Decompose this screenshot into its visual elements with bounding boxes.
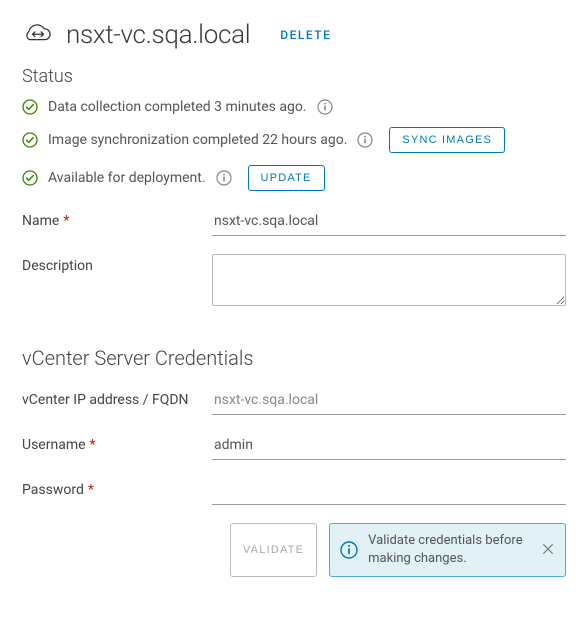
page-header: nsxt-vc.sqa.local DELETE: [22, 20, 566, 50]
status-text: Data collection completed 3 minutes ago.: [48, 99, 307, 115]
required-marker: *: [88, 482, 94, 498]
form-row-description: Description: [22, 254, 566, 310]
cloud-sync-icon: [22, 22, 54, 48]
form-row-password: Password*: [22, 478, 566, 505]
password-label: Password*: [22, 478, 212, 498]
password-input[interactable]: [212, 478, 566, 505]
status-row-image-sync: Image synchronization completed 22 hours…: [22, 127, 566, 153]
ip-input[interactable]: [212, 388, 566, 415]
info-icon[interactable]: [216, 170, 232, 186]
status-text: Image synchronization completed 22 hours…: [48, 132, 347, 148]
status-row-data-collection: Data collection completed 3 minutes ago.: [22, 99, 566, 115]
name-label: Name*: [22, 209, 212, 229]
username-input[interactable]: [212, 433, 566, 460]
status-row-deployment: Available for deployment. UPDATE: [22, 165, 566, 191]
label-text: Password: [22, 482, 84, 498]
description-textarea[interactable]: [212, 254, 566, 306]
info-icon[interactable]: [357, 132, 373, 148]
check-circle-icon: [22, 99, 38, 115]
check-circle-icon: [22, 132, 38, 148]
delete-button[interactable]: DELETE: [280, 28, 331, 42]
username-label: Username*: [22, 433, 212, 453]
required-marker: *: [63, 213, 69, 229]
validate-row: VALIDATE Validate credentials before mak…: [22, 523, 566, 577]
update-button[interactable]: UPDATE: [248, 165, 325, 191]
form-row-name: Name*: [22, 209, 566, 236]
info-icon[interactable]: [317, 99, 333, 115]
alert-text: Validate credentials before making chang…: [368, 532, 555, 568]
form-row-username: Username*: [22, 433, 566, 460]
validate-button[interactable]: VALIDATE: [230, 523, 317, 577]
required-marker: *: [90, 437, 96, 453]
name-input[interactable]: [212, 209, 566, 236]
status-heading: Status: [22, 66, 566, 87]
info-icon: [340, 541, 358, 559]
credentials-heading: vCenter Server Credentials: [22, 346, 566, 370]
page-title: nsxt-vc.sqa.local: [66, 20, 250, 50]
description-label: Description: [22, 254, 212, 274]
close-icon[interactable]: [541, 542, 557, 558]
sync-images-button[interactable]: SYNC IMAGES: [389, 127, 505, 153]
ip-label: vCenter IP address / FQDN: [22, 388, 212, 408]
status-text: Available for deployment.: [48, 170, 206, 186]
label-text: Username: [22, 437, 86, 453]
validate-alert: Validate credentials before making chang…: [329, 523, 566, 577]
label-text: Name: [22, 213, 59, 229]
form-row-ip: vCenter IP address / FQDN: [22, 388, 566, 415]
check-circle-icon: [22, 170, 38, 186]
